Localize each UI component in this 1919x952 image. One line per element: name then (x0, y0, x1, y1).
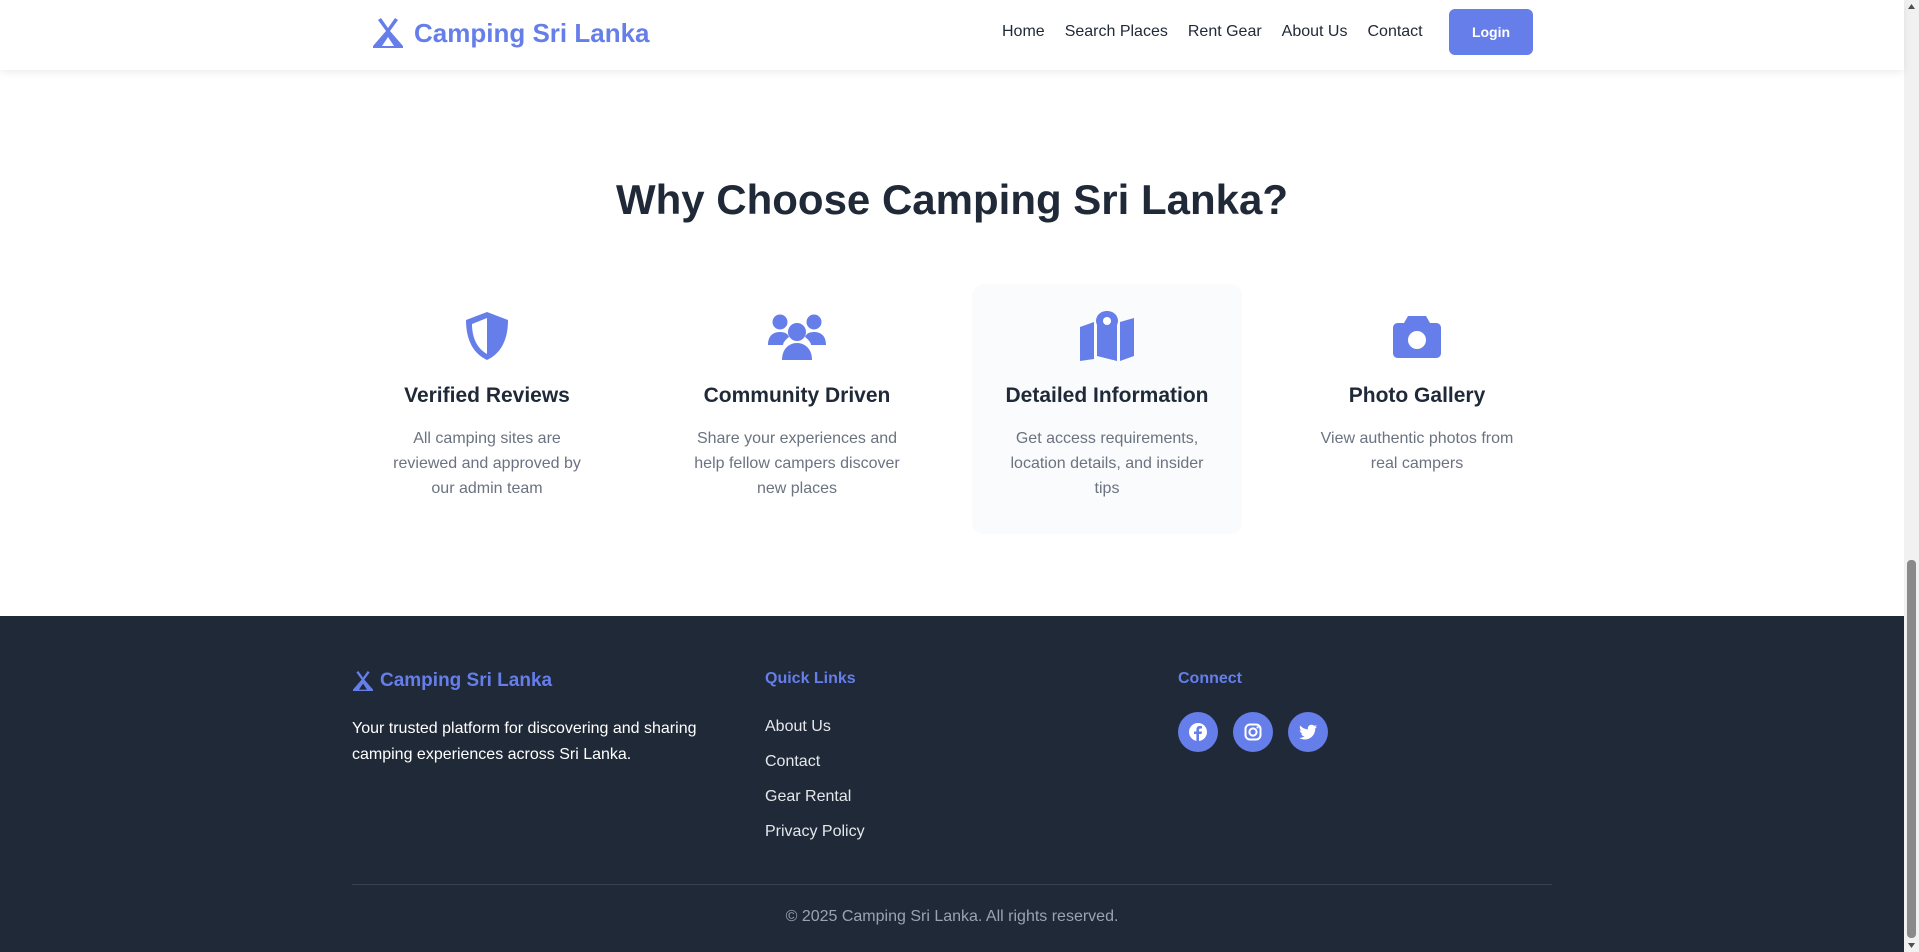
main-nav: Home Search Places Rent Gear About Us Co… (1002, 20, 1423, 44)
footer-link-contact[interactable]: Contact (765, 750, 865, 774)
connect-heading: Connect (1178, 670, 1242, 687)
feature-card: Community Driven Share your experiences … (662, 284, 932, 534)
footer-link-about-us[interactable]: About Us (765, 715, 865, 739)
feature-title: Community Driven (703, 384, 891, 407)
footer-brand-name: Camping Sri Lanka (380, 670, 553, 691)
camera-icon (1393, 316, 1441, 358)
shield-icon (466, 312, 508, 360)
quick-links-heading: Quick Links (765, 670, 856, 687)
users-icon (768, 314, 826, 360)
quick-links-list: About Us Contact Gear Rental Privacy Pol… (765, 715, 865, 855)
scroll-down-arrow-icon[interactable] (1904, 938, 1919, 952)
footer-link-gear-rental[interactable]: Gear Rental (765, 785, 865, 809)
login-button[interactable]: Login (1449, 9, 1533, 55)
feature-description: All camping sites are reviewed and appro… (393, 430, 581, 497)
nav-about-us[interactable]: About Us (1282, 20, 1348, 44)
footer-description: Your trusted platform for discovering an… (352, 720, 697, 763)
features-title: Why Choose Camping Sri Lanka? (615, 176, 1289, 223)
feature-title: Detailed Information (1005, 384, 1209, 407)
twitter-button[interactable] (1288, 712, 1328, 752)
nav-contact[interactable]: Contact (1367, 20, 1422, 44)
campground-icon (373, 18, 403, 48)
features-grid: Verified Reviews All camping sites are r… (352, 284, 1552, 534)
scrollbar[interactable] (1904, 0, 1919, 952)
feature-card: Photo Gallery View authentic photos from… (1282, 284, 1552, 534)
campground-icon (353, 671, 373, 691)
feature-title: Verified Reviews (404, 384, 570, 407)
footer-divider (352, 884, 1552, 885)
feature-description: Get access requirements, location detail… (1010, 430, 1204, 497)
footer: Camping Sri Lanka Your trusted platform … (0, 616, 1904, 952)
feature-description: Share your experiences and help fellow c… (694, 430, 900, 497)
instagram-button[interactable] (1233, 712, 1273, 752)
nav-search-places[interactable]: Search Places (1065, 20, 1168, 44)
map-location-icon (1080, 311, 1134, 361)
nav-home[interactable]: Home (1002, 20, 1045, 44)
twitter-icon (1299, 724, 1317, 740)
footer-brand: Camping Sri Lanka (352, 670, 552, 692)
social-links (1178, 712, 1328, 752)
nav-rent-gear[interactable]: Rent Gear (1188, 20, 1262, 44)
instagram-icon (1244, 723, 1262, 741)
facebook-button[interactable] (1178, 712, 1218, 752)
navbar: Camping Sri Lanka Home Search Places Ren… (0, 0, 1904, 70)
brand-name: Camping Sri Lanka (414, 17, 650, 48)
copyright: © 2025 Camping Sri Lanka. All rights res… (785, 908, 1119, 925)
feature-card: Verified Reviews All camping sites are r… (352, 284, 622, 534)
feature-card: Detailed Information Get access requirem… (972, 284, 1242, 534)
footer-link-privacy-policy[interactable]: Privacy Policy (765, 820, 865, 844)
feature-description: View authentic photos from real campers (1320, 430, 1514, 472)
brand-logo-link[interactable]: Camping Sri Lanka (372, 14, 650, 52)
feature-title: Photo Gallery (1348, 384, 1486, 407)
facebook-icon (1189, 723, 1207, 741)
scrollbar-thumb[interactable] (1907, 560, 1916, 938)
scroll-up-arrow-icon[interactable] (1904, 0, 1919, 14)
